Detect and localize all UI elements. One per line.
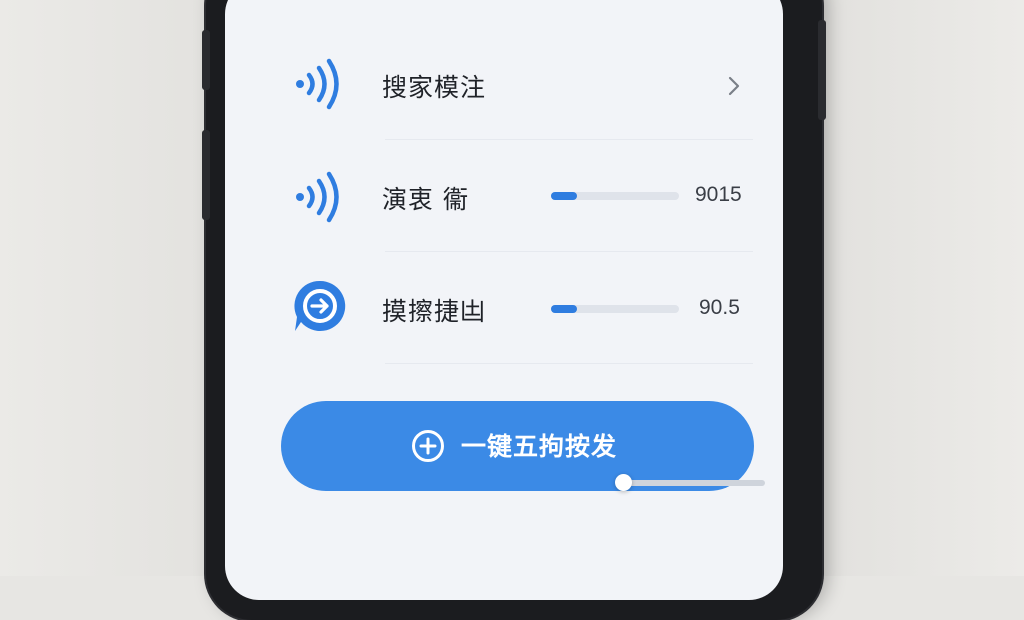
phone-side-button <box>202 30 210 90</box>
item-value: 90.5 <box>699 296 740 319</box>
progress-bar <box>551 305 679 313</box>
one-click-action-button[interactable]: 一键五拘按发 <box>281 401 754 491</box>
phone-power-button <box>818 20 826 120</box>
list-item-label: 摸擦捷凷 <box>382 297 487 326</box>
divider <box>385 363 753 364</box>
wifi-signal-icon <box>291 55 349 113</box>
location-pin-icon <box>291 277 349 335</box>
progress-fill <box>551 305 577 313</box>
wifi-signal-icon <box>291 168 349 226</box>
background-right <box>824 0 1024 576</box>
list-item-label: 搜家模注 <box>382 73 487 102</box>
item-value: 9015 <box>695 183 742 206</box>
slider-thumb[interactable] <box>615 474 632 491</box>
list-item[interactable]: 摸擦捷凷 90.5 <box>225 252 783 364</box>
slider-track[interactable] <box>623 480 765 486</box>
chevron-right-icon[interactable] <box>727 76 741 96</box>
background-left <box>0 0 210 576</box>
list-item[interactable]: 搜家模注 <box>225 28 783 140</box>
phone-screen: 搜家模注 演衷 衞 9015 摸擦捷凷 90.5 一键五拘按发 <box>225 0 783 600</box>
progress-bar <box>551 192 679 200</box>
progress-fill <box>551 192 577 200</box>
list-item[interactable]: 演衷 衞 9015 <box>225 140 783 252</box>
phone-side-button <box>202 130 210 220</box>
button-label: 一键五拘按发 <box>461 432 618 461</box>
list-item-label: 演衷 衞 <box>382 185 469 214</box>
plus-circle-icon <box>411 429 445 463</box>
